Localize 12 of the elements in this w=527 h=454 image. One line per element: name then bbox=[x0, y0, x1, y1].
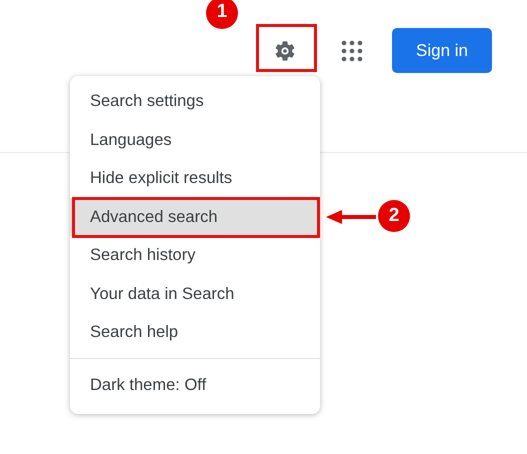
menu-item[interactable]: Search history bbox=[70, 236, 320, 275]
menu-item[interactable]: Your data in Search bbox=[70, 274, 320, 314]
menu-item[interactable]: Search help bbox=[70, 314, 320, 352]
step-number-badge: 1 bbox=[206, 0, 238, 28]
menu-item[interactable]: Languages bbox=[70, 120, 320, 160]
menu-item[interactable]: Dark theme: Off bbox=[70, 362, 320, 408]
sign-in-button[interactable]: Sign in bbox=[392, 28, 492, 73]
menu-item[interactable]: Hide explicit results bbox=[70, 159, 320, 198]
step-number-badge: 2 bbox=[378, 200, 410, 232]
arrow-icon bbox=[326, 210, 376, 224]
menu-item[interactable]: Search settings bbox=[70, 82, 320, 121]
apps-icon[interactable] bbox=[340, 38, 364, 62]
